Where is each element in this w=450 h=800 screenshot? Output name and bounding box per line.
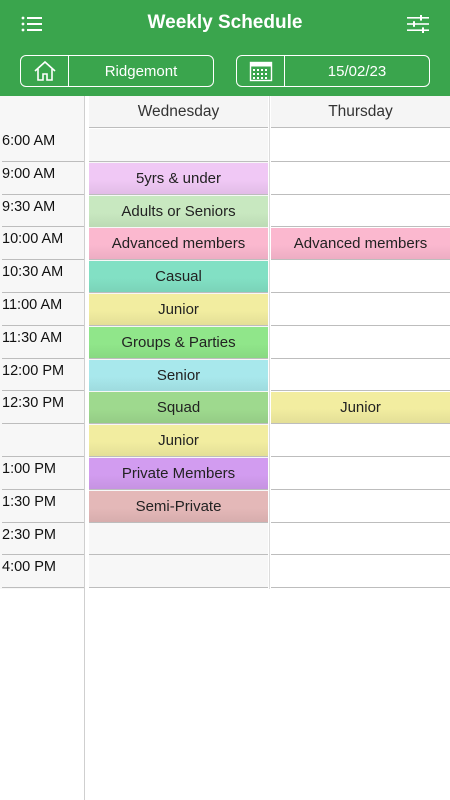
event-block[interactable]: Senior [89,359,268,391]
location-selector[interactable]: Ridgemont [20,55,214,87]
schedule-cell[interactable] [271,358,450,392]
location-value: Ridgemont [104,62,178,80]
schedule-cell[interactable] [271,260,450,293]
event-block[interactable]: Advanced members [89,228,268,260]
schedule-cell[interactable] [271,194,450,228]
schedule-cell[interactable] [271,293,450,326]
column-divider [84,96,85,800]
event-block[interactable]: Junior [271,392,450,424]
time-label: 1:30 PM [2,490,84,523]
schedule-grid: Wednesday Thursday 6:00 AM 9:00 AM 5yrs & … [0,96,450,800]
event-block[interactable]: Groups & Parties [89,326,268,358]
schedule-cell[interactable] [271,489,450,523]
event-block[interactable]: Casual [89,261,268,293]
event-block[interactable]: Squad [89,392,268,424]
time-label: 12:00 PM [2,359,84,392]
schedule-cell[interactable] [271,129,450,162]
filter-sliders-icon [407,15,429,33]
app-bar: Weekly Schedule Ridgemont 15/02/23 [0,0,450,96]
time-label: 2:30 PM [2,523,84,556]
time-label: 10:30 AM [2,260,84,293]
schedule-cell[interactable] [271,522,450,556]
calendar-icon [237,56,285,86]
date-selector[interactable]: 15/02/23 [236,55,430,87]
time-label: 6:00 AM [2,129,84,162]
time-label: 10:00 AM [2,227,84,261]
schedule-cell[interactable] [89,522,268,556]
event-block[interactable]: 5yrs & under [89,162,268,194]
schedule-cell[interactable] [89,555,268,589]
time-label: 12:30 PM [2,391,84,425]
time-label: 11:00 AM [2,293,84,326]
home-icon [21,56,69,86]
time-label [2,424,84,457]
page-title: Weekly Schedule [147,12,303,33]
event-block[interactable]: Semi-Private [89,490,268,522]
time-label: 9:00 AM [2,162,84,195]
time-label: 9:30 AM [2,195,84,228]
day-header-wednesday: Wednesday [89,96,268,128]
schedule-cell[interactable] [271,161,450,195]
filter-button[interactable] [402,10,434,38]
schedule-cell[interactable] [271,555,450,589]
schedule-cell[interactable] [271,457,450,490]
day-header-thursday: Thursday [271,96,450,128]
date-value: 15/02/23 [327,62,387,80]
event-block[interactable]: Private Members [89,458,268,489]
event-block[interactable]: Advanced members [271,228,450,260]
time-label: 11:30 AM [2,326,84,359]
event-block[interactable]: Adults or Seniors [89,195,268,227]
time-label: 1:00 PM [2,457,84,490]
schedule-cell[interactable] [271,424,450,457]
day-divider [269,96,270,589]
event-block[interactable]: Junior [89,294,268,325]
event-block[interactable]: Junior [89,425,268,457]
time-label: 4:00 PM [2,555,84,589]
schedule-cell[interactable] [89,129,268,162]
schedule-cell[interactable] [271,325,450,359]
